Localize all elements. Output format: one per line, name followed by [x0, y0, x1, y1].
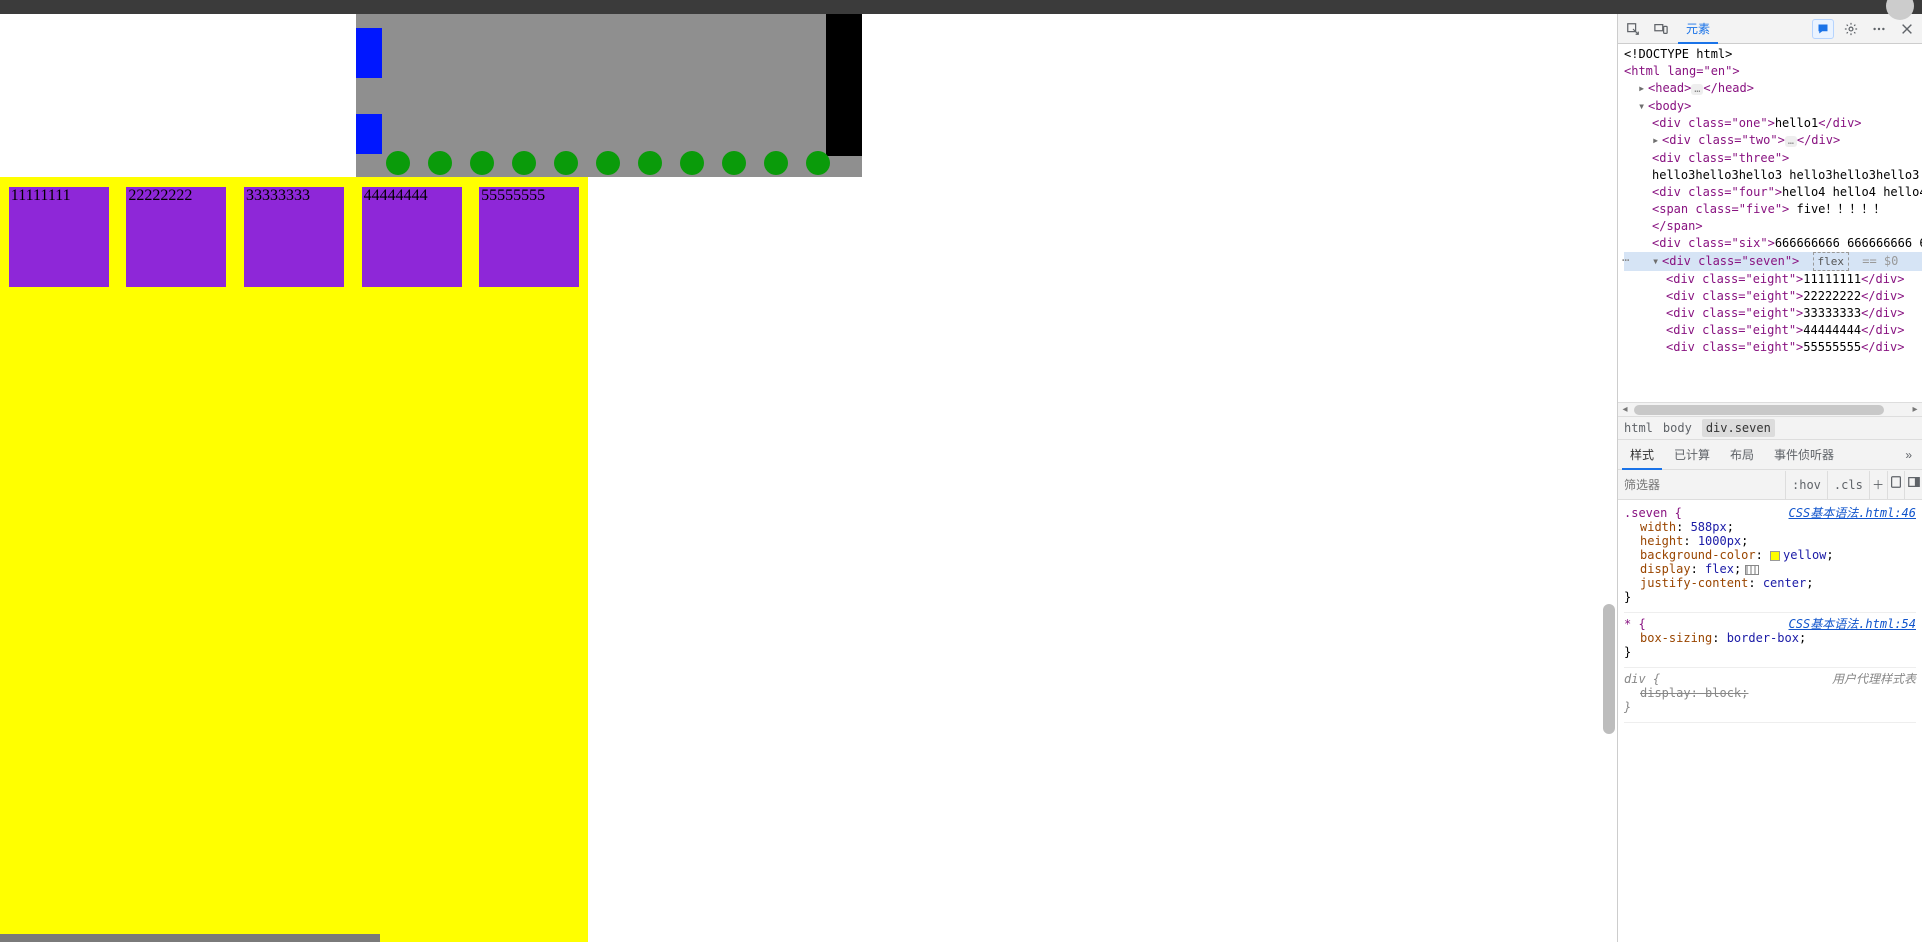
subtab-event-listeners[interactable]: 事件侦听器 [1766, 440, 1842, 470]
dom-line[interactable]: <div class="eight">11111111</div> [1624, 271, 1922, 288]
eight-box: 33333333 [244, 187, 344, 287]
feedback-icon[interactable] [1812, 19, 1834, 39]
more-menu-icon[interactable] [1868, 18, 1890, 40]
render-stage: 11111111 22222222 33333333 44444444 5555… [0, 14, 1617, 942]
dom-line[interactable]: <div class="eight">33333333</div> [1624, 305, 1922, 322]
dom-line[interactable]: <div class="six">666666666 666666666 666… [1624, 235, 1922, 252]
scroll-left-icon[interactable]: ◂ [1618, 403, 1632, 417]
dot-icon [638, 151, 662, 175]
dom-line[interactable]: <div class="eight">44444444</div> [1624, 322, 1922, 339]
flex-editor-icon[interactable] [1745, 565, 1759, 575]
dom-line-selected[interactable]: ⋯ ▾<div class="seven"> flex == $0 [1624, 252, 1922, 271]
css-decl[interactable]: box-sizing: border-box; [1640, 631, 1916, 645]
dom-line[interactable]: ▸<head>…</head> [1624, 80, 1922, 98]
hero-box [356, 14, 862, 177]
css-decl-overridden[interactable]: display: block; [1640, 686, 1916, 700]
page-viewport: 11111111 22222222 33333333 44444444 5555… [0, 14, 1617, 942]
device-toggle-icon[interactable] [1650, 18, 1672, 40]
eight-box: 44444444 [362, 187, 462, 287]
close-devtools-icon[interactable] [1896, 18, 1918, 40]
css-rule[interactable]: CSS基本语法.html:54 * { box-sizing: border-b… [1624, 613, 1916, 668]
css-rule-ua[interactable]: 用户代理样式表 div { display: block; } [1624, 668, 1916, 723]
css-rule[interactable]: CSS基本语法.html:46 .seven { width: 588px; h… [1624, 502, 1916, 613]
subtab-more-icon[interactable]: » [1899, 448, 1918, 462]
subtab-styles[interactable]: 样式 [1622, 440, 1662, 470]
devtools-panel: 元素 <!DOCTYPE html> <html lang="en"> ▸<he… [1617, 14, 1922, 942]
color-swatch [1770, 551, 1780, 561]
dot-icon [554, 151, 578, 175]
dom-line[interactable]: ▸<div class="two">…</div> [1624, 132, 1922, 150]
toggle-cls[interactable]: .cls [1827, 471, 1869, 499]
dot-icon [722, 151, 746, 175]
dom-line[interactable]: <html lang="en"> [1624, 63, 1922, 80]
dom-line[interactable]: </span> [1624, 218, 1922, 235]
dom-line[interactable]: <span class="five"> five！！！！！ [1624, 201, 1922, 218]
dot-icon [764, 151, 788, 175]
css-decl[interactable]: width: 588px; [1640, 520, 1916, 534]
subtab-layout[interactable]: 布局 [1722, 440, 1762, 470]
rule-source-link[interactable]: CSS基本语法.html:54 [1789, 617, 1916, 631]
dot-icon [806, 151, 830, 175]
blue-block-1 [356, 28, 382, 78]
styles-rules[interactable]: CSS基本语法.html:46 .seven { width: 588px; h… [1618, 500, 1922, 942]
eight-box: 55555555 [479, 187, 579, 287]
eight-box: 22222222 [126, 187, 226, 287]
side-panel-icon[interactable] [1904, 471, 1922, 499]
dom-line[interactable]: <!DOCTYPE html> [1624, 46, 1922, 63]
dom-line[interactable]: <div class="four">hello4 hello4 hello4 圆… [1624, 184, 1922, 201]
breadcrumb-item[interactable]: html [1624, 421, 1653, 435]
css-decl[interactable]: display: flex; [1640, 562, 1916, 576]
viewport-scrollbar-thumb[interactable] [1603, 604, 1615, 734]
dom-line[interactable]: <div class="three"> [1624, 150, 1922, 167]
css-decl[interactable]: height: 1000px; [1640, 534, 1916, 548]
inspect-icon[interactable] [1622, 18, 1644, 40]
main-area: 11111111 22222222 33333333 44444444 5555… [0, 14, 1922, 942]
flex-badge[interactable]: flex [1813, 252, 1850, 271]
dom-line[interactable]: <div class="eight">22222222</div> [1624, 288, 1922, 305]
dom-line[interactable]: <div class="one">hello1</div> [1624, 115, 1922, 132]
green-dots-row [386, 151, 830, 175]
css-decl[interactable]: justify-content: center; [1640, 576, 1916, 590]
scrollbar-thumb[interactable] [1634, 405, 1884, 415]
subtab-computed[interactable]: 已计算 [1666, 440, 1718, 470]
dom-horizontal-scrollbar[interactable]: ◂ ▸ [1618, 402, 1922, 416]
devtools-toolbar: 元素 [1618, 14, 1922, 44]
scroll-right-icon[interactable]: ▸ [1908, 403, 1922, 417]
new-style-rule-icon[interactable]: ＋ [1869, 471, 1887, 499]
toggle-hov[interactable]: :hov [1785, 471, 1827, 499]
dom-line[interactable]: <div class="eight">55555555</div> [1624, 339, 1922, 356]
styles-filter-input[interactable] [1618, 471, 1785, 499]
dom-line[interactable]: ▾<body> [1624, 98, 1922, 115]
dot-icon [680, 151, 704, 175]
dot-icon [386, 151, 410, 175]
browser-chrome [0, 0, 1922, 14]
breadcrumb-item[interactable]: body [1663, 421, 1692, 435]
eight-box: 11111111 [9, 187, 109, 287]
styles-filter-row: :hov .cls ＋ [1618, 470, 1922, 500]
ua-label: 用户代理样式表 [1832, 670, 1916, 687]
seven-container: 11111111 22222222 33333333 44444444 5555… [0, 177, 588, 942]
breadcrumb: html body div.seven [1618, 416, 1922, 440]
dot-icon [512, 151, 536, 175]
dot-icon [428, 151, 452, 175]
breadcrumb-item-active[interactable]: div.seven [1702, 419, 1775, 437]
dot-icon [596, 151, 620, 175]
dom-line[interactable]: hello3hello3hello3 hello3hello3hello3 he… [1624, 167, 1922, 184]
css-decl[interactable]: background-color: yellow; [1640, 548, 1916, 562]
black-bar [826, 14, 862, 156]
tab-elements[interactable]: 元素 [1678, 14, 1718, 44]
computed-toggle-icon[interactable] [1887, 471, 1905, 499]
styles-subtabs: 样式 已计算 布局 事件侦听器 » [1618, 440, 1922, 470]
taskbar-hint [0, 934, 380, 942]
rule-source-link[interactable]: CSS基本语法.html:46 [1789, 506, 1916, 520]
dom-tree[interactable]: <!DOCTYPE html> <html lang="en"> ▸<head>… [1618, 44, 1922, 402]
blue-block-2 [356, 114, 382, 154]
dot-icon [470, 151, 494, 175]
settings-gear-icon[interactable] [1840, 18, 1862, 40]
